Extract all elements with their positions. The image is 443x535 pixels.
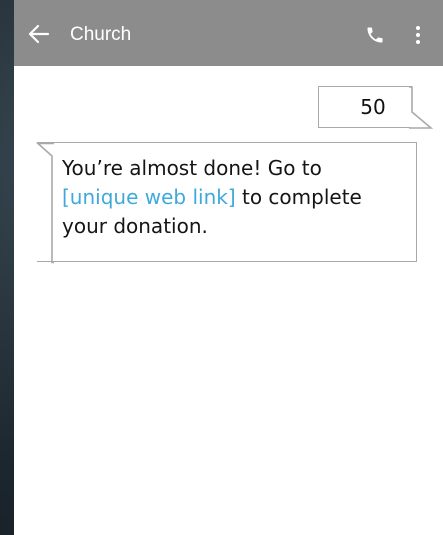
donation-web-link[interactable]: [unique web link]: [62, 185, 236, 209]
back-arrow-icon[interactable]: [28, 24, 50, 44]
phone-screen: Church 50 You’re almost done! Go to [uni…: [14, 0, 443, 535]
conversation-title: Church: [70, 24, 132, 45]
received-bubble-tail: [35, 142, 54, 264]
received-text-before: You’re almost done! Go to: [62, 156, 322, 180]
app-bar: Church: [14, 0, 443, 66]
phone-icon[interactable]: [365, 24, 385, 46]
more-vertical-icon[interactable]: [414, 24, 422, 46]
received-message-text: You’re almost done! Go to [unique web li…: [62, 154, 402, 241]
sent-message-text: 50: [360, 95, 386, 119]
